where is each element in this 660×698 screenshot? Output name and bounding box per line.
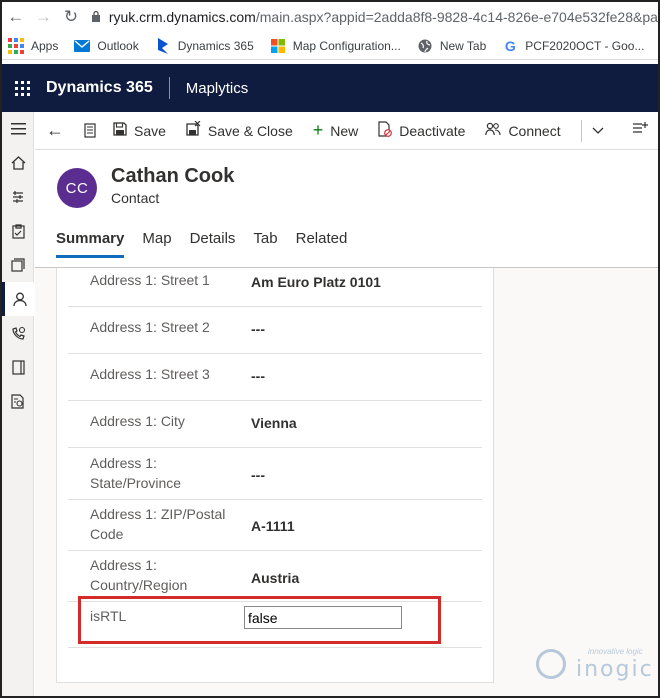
connect-button[interactable]: Connect	[485, 122, 561, 140]
connect-icon	[485, 122, 501, 140]
record-header: CC Cathan Cook Contact Summary Map Detai…	[35, 150, 658, 268]
product-title[interactable]: Dynamics 365	[46, 79, 153, 97]
save-icon	[113, 121, 127, 140]
reload-icon[interactable]: ↻	[57, 7, 85, 27]
inogic-watermark: innovative logic inogic	[536, 645, 656, 689]
watermark-tagline: innovative logic	[588, 647, 643, 656]
app-name[interactable]: Maplytics	[186, 80, 249, 97]
bookmark-label: New Tab	[439, 38, 487, 53]
app-top-nav: Dynamics 365 Maplytics	[2, 64, 658, 112]
save-close-button[interactable]: Save & Close	[186, 120, 293, 140]
bookmark-map-configuration[interactable]: Map Configuration...	[270, 38, 401, 54]
field-label: Address 1: Country/Region	[90, 557, 188, 593]
form-view-icon[interactable]	[75, 123, 105, 138]
reports-icon[interactable]	[2, 350, 34, 384]
field-value[interactable]: ---	[251, 467, 265, 483]
bookmark-label: PCF2020OCT - Goo...	[525, 38, 645, 53]
form-tabs: Summary Map Details Tab Related	[56, 230, 365, 258]
nav-divider	[168, 77, 170, 99]
pinned-icon[interactable]	[2, 214, 34, 248]
activities-icon[interactable]	[2, 316, 34, 350]
windows-icon	[270, 38, 286, 54]
browser-address-bar: ← → ↻ ryuk.crm.dynamics.com/main.aspx?ap…	[2, 2, 658, 32]
inogic-logo-icon	[536, 649, 566, 679]
field-value[interactable]: A-1111	[251, 518, 295, 534]
save-close-icon	[186, 120, 201, 140]
left-sitemap-rail	[2, 112, 34, 696]
command-divider	[580, 119, 582, 142]
hamburger-menu-icon[interactable]	[2, 112, 34, 146]
new-label: New	[330, 122, 359, 139]
bookmark-label: Apps	[31, 38, 59, 53]
record-name: Cathan Cook	[111, 165, 235, 187]
highlight-box	[78, 596, 441, 644]
connect-label: Connect	[508, 122, 561, 139]
bookmark-new-tab[interactable]: New Tab	[417, 38, 486, 54]
deactivate-label: Deactivate	[399, 122, 466, 139]
field-value[interactable]: ---	[251, 368, 265, 384]
bookmark-label: Outlook	[97, 38, 139, 53]
avatar[interactable]: CC	[57, 168, 97, 208]
app-launcher-icon[interactable]	[2, 80, 42, 96]
tab-tab[interactable]: Tab	[253, 230, 277, 258]
overflow-menu-icon[interactable]	[632, 122, 648, 139]
save-label: Save	[134, 122, 166, 139]
field-value[interactable]: Austria	[251, 570, 299, 586]
field-value[interactable]: Vienna	[251, 415, 297, 431]
field-label: Address 1: ZIP/Postal Code	[90, 506, 226, 542]
globe-icon	[417, 38, 433, 54]
tab-summary[interactable]: Summary	[56, 230, 125, 258]
dashboards-icon[interactable]	[2, 248, 34, 282]
url-host: ryuk.crm.dynamics.com	[108, 9, 256, 25]
field-label: Address 1: Street 1	[90, 272, 210, 288]
url-path: /main.aspx?appid=2adda8f8-9828-4c14-826e…	[255, 9, 658, 25]
field-value[interactable]: Am Euro Platz 0101	[251, 274, 381, 290]
bookmark-outlook[interactable]: Outlook	[74, 38, 139, 54]
save-close-label: Save & Close	[207, 122, 293, 139]
documents-icon[interactable]	[2, 384, 34, 418]
tab-related[interactable]: Related	[296, 230, 348, 258]
deactivate-icon	[378, 120, 393, 141]
mail-icon	[74, 38, 91, 54]
bookmark-apps[interactable]: Apps	[8, 37, 59, 54]
forward-arrow-icon[interactable]: →	[30, 7, 58, 27]
watermark-brand: inogic	[576, 657, 654, 682]
bookmark-label: Dynamics 365	[177, 38, 254, 53]
deactivate-button[interactable]: Deactivate	[378, 120, 466, 141]
url-field[interactable]: ryuk.crm.dynamics.com/main.aspx?appid=2a…	[109, 9, 658, 25]
contacts-icon[interactable]	[2, 282, 34, 316]
plus-icon: +	[312, 120, 324, 140]
tab-map[interactable]: Map	[142, 230, 171, 258]
field-label: Address 1: State/Province	[90, 455, 182, 491]
new-button[interactable]: + New	[313, 120, 359, 141]
google-icon: G	[504, 37, 516, 54]
bookmark-pcf2020oct[interactable]: G PCF2020OCT - Goo...	[502, 37, 645, 54]
record-entity-type: Contact	[111, 190, 160, 206]
lock-icon[interactable]	[91, 10, 101, 25]
recent-icon[interactable]	[2, 180, 34, 214]
save-button[interactable]: Save	[113, 121, 166, 140]
home-icon[interactable]	[2, 146, 34, 180]
field-label: Address 1: Street 2	[90, 319, 210, 335]
dynamics-icon	[155, 37, 171, 54]
back-icon[interactable]: ←	[35, 120, 75, 141]
bookmark-dynamics-365[interactable]: Dynamics 365	[155, 37, 254, 54]
back-arrow-icon[interactable]: ←	[2, 7, 30, 27]
bookmark-label: Map Configuration...	[292, 38, 401, 53]
bookmarks-bar: Apps Outlook Dynamics 365 Map Configurat…	[2, 32, 658, 60]
command-bar: ← Save Save & Close + New Deactivate Con…	[35, 112, 658, 150]
field-label: Address 1: City	[90, 413, 185, 429]
field-value[interactable]: ---	[251, 321, 265, 337]
tab-details[interactable]: Details	[190, 230, 236, 258]
apps-grid-icon	[8, 37, 24, 54]
field-label: Address 1: Street 3	[90, 366, 210, 382]
more-commands-chevron-icon[interactable]	[592, 127, 604, 135]
